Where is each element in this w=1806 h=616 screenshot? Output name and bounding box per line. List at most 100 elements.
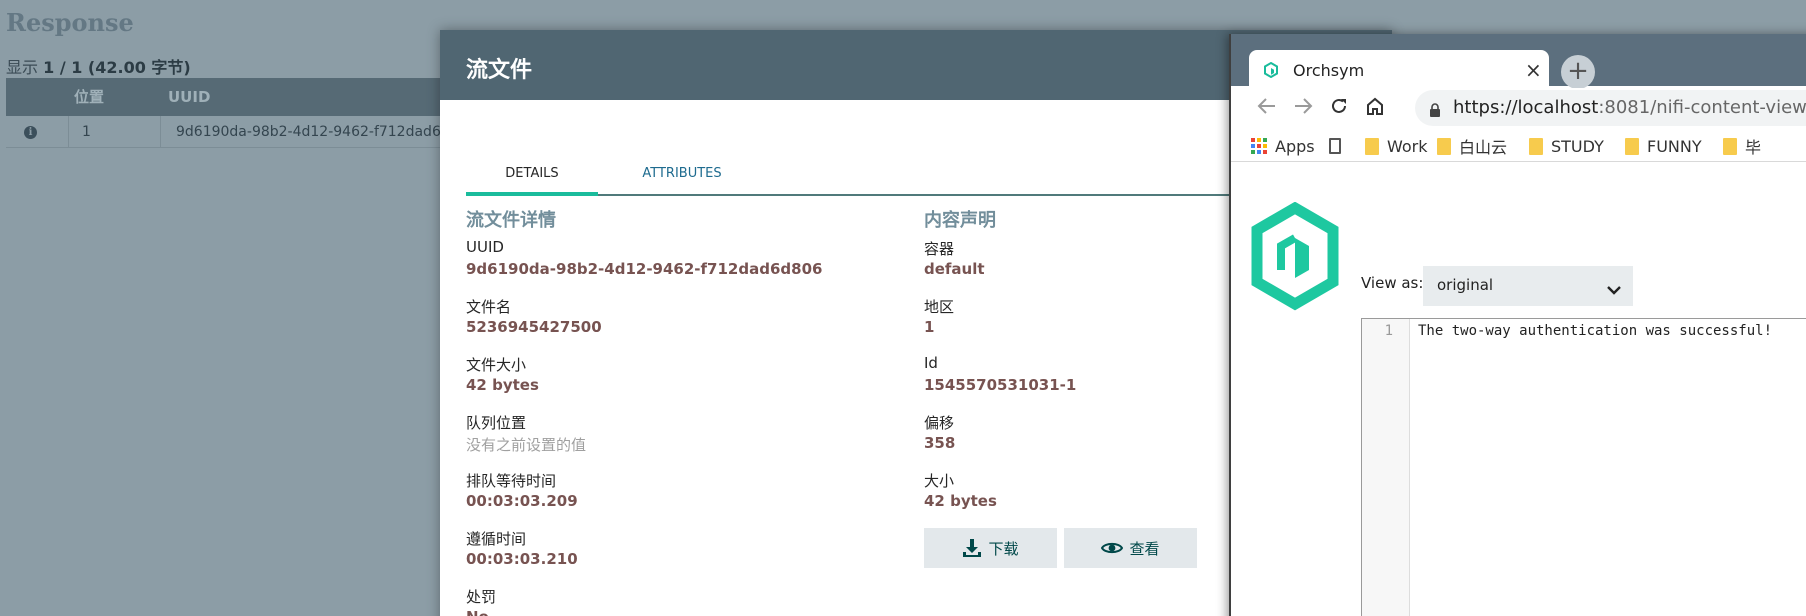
reload-icon[interactable] [1329,96,1349,122]
column-divider [68,116,69,148]
field-container: 容器 default [924,238,1224,296]
tab-details[interactable]: DETAILS [466,166,598,196]
field-label: 容器 [924,240,955,258]
bookmark-page[interactable] [1329,135,1341,157]
url-host: https://localhost [1453,97,1599,118]
field-value: 00:03:03.210 [466,550,578,568]
download-label: 下载 [988,539,1019,558]
bookmark-bi[interactable]: 毕 [1723,135,1761,157]
field-label: 文件名 [466,298,512,316]
url-path: :8081/nifi-content-viewer/ [1598,97,1806,118]
tab-title: Orchsym [1293,61,1365,80]
field-label: 偏移 [924,414,955,432]
home-icon[interactable] [1365,96,1385,122]
column-header-position[interactable]: 位置 [74,78,104,116]
field-value: 00:03:03.209 [466,492,578,510]
row-uuid: 9d6190da-98b2-4d12-9462-f712dad6d8 [176,124,459,140]
flowfile-details: 流文件详情 UUID 9d6190da-98b2-4d12-9462-f712d… [466,206,886,616]
summary-prefix: 显示 [6,58,39,77]
info-icon[interactable]: i [24,126,37,139]
view-as-label: View as: [1361,274,1424,292]
browser-toolbar: https://localhost:8081/nifi-content-view… [1231,88,1806,128]
field-value: 42 bytes [466,376,539,394]
table-row[interactable]: i 1 9d6190da-98b2-4d12-9462-f712dad6d8 [6,116,466,148]
column-header-uuid[interactable]: UUID [168,78,210,116]
field-offset: 偏移 358 [924,412,1224,470]
address-bar[interactable]: https://localhost:8081/nifi-content-view… [1415,90,1806,126]
field-label: 大小 [924,472,955,490]
back-arrow-icon[interactable] [1257,96,1277,122]
bookmark-work[interactable]: Work [1365,135,1428,157]
bookmark-label: 白山云 [1459,138,1508,157]
folder-icon [1723,137,1737,155]
content-editor[interactable]: 1 The two-way authentication was success… [1361,318,1806,616]
content-claim: 内容声明 容器 default 地区 1 Id 1545570531031-1 … [924,206,1224,528]
field-label: 地区 [924,298,955,316]
view-as-value: original [1437,276,1494,294]
field-filename: 文件名 5236945427500 [466,296,886,354]
field-label: 文件大小 [466,356,527,374]
field-label: 遵循时间 [466,530,527,548]
view-button[interactable]: 查看 [1064,528,1197,568]
view-as-select[interactable]: original [1423,266,1633,306]
view-label: 查看 [1129,539,1160,558]
bookmark-label: 毕 [1745,138,1762,157]
page-title: Response [6,8,134,37]
line-number: 1 [1384,323,1393,339]
download-icon [962,538,982,558]
orchsym-logo-icon [1247,201,1343,318]
content-line: The two-way authentication was successfu… [1418,323,1773,339]
field-lineage-duration: 遵循时间 00:03:03.210 [466,528,886,586]
apps-grid-icon [1251,138,1267,154]
row-position: 1 [82,124,91,140]
field-value: default [924,260,985,278]
details-section-title: 流文件详情 [466,210,556,231]
url-text: https://localhost:8081/nifi-content-view… [1453,97,1806,118]
bookmark-study[interactable]: STUDY [1529,135,1604,157]
bookmark-baishanyun[interactable]: 白山云 [1437,135,1507,157]
field-value: No [466,608,886,616]
field-label: Id [924,354,938,372]
field-value: 42 bytes [924,492,997,510]
column-divider [160,116,161,148]
chevron-down-icon [1607,280,1621,299]
field-penalized: 处罚 No [466,586,886,616]
tab-attributes[interactable]: ATTRIBUTES [616,166,748,196]
forward-arrow-icon[interactable] [1293,96,1313,122]
field-value: 1545570531031-1 [924,376,1077,394]
bookmark-label: Work [1387,136,1428,156]
bookmark-funny[interactable]: FUNNY [1625,135,1702,157]
eye-icon [1101,540,1124,556]
field-label: 队列位置 [466,414,527,432]
table-header: 位置 UUID [6,78,466,116]
line-gutter: 1 [1362,319,1410,616]
browser-window: Orchsym × + https://localhost:8081/nifi-… [1229,34,1806,616]
tab-strip: Orchsym × + [1231,34,1806,90]
content-viewer: View as: original 1 The two-way authenti… [1231,162,1806,616]
result-summary: 显示 1 / 1 (42.00 字节) [6,54,191,78]
content-claim-section-title: 内容声明 [924,210,996,231]
download-button[interactable]: 下载 [924,528,1057,568]
field-label: 排队等待时间 [466,472,557,490]
bookmark-label: Apps [1275,136,1315,156]
bookmark-label: FUNNY [1647,136,1702,156]
folder-icon [1625,137,1639,155]
field-queued-duration: 排队等待时间 00:03:03.209 [466,470,886,528]
browser-tab[interactable]: Orchsym × [1249,50,1549,90]
bookmarks-bar: Apps Work 白山云 STUDY FUNNY 毕 [1231,128,1806,162]
bookmark-apps[interactable]: Apps [1251,135,1315,157]
field-value: 没有之前设置的值 [466,436,587,454]
lock-icon [1429,102,1441,121]
orchsym-favicon-icon [1263,61,1279,82]
field-value: 9d6190da-98b2-4d12-9462-f712dad6d806 [466,260,823,278]
close-tab-icon[interactable]: × [1525,58,1542,82]
field-value: 358 [924,434,956,452]
field-uuid: UUID 9d6190da-98b2-4d12-9462-f712dad6d80… [466,238,886,296]
page-icon [1329,138,1341,154]
folder-icon [1437,137,1451,155]
field-size: 大小 42 bytes [924,470,1224,528]
field-value: 1 [924,318,935,336]
field-section: 地区 1 [924,296,1224,354]
new-tab-button[interactable]: + [1561,55,1595,89]
field-id: Id 1545570531031-1 [924,354,1224,412]
